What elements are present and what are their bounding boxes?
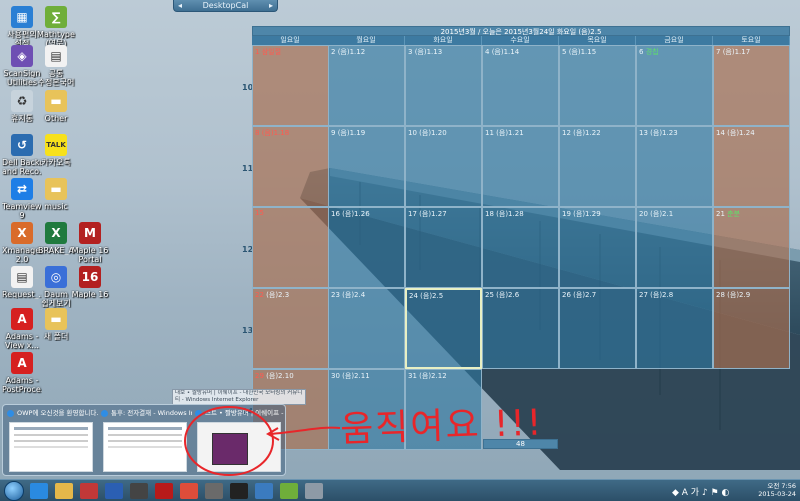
explorer-icon[interactable] bbox=[55, 483, 73, 499]
system-tray-icons[interactable]: ◆ A 가 ♪ ⚑ ◐ bbox=[672, 485, 729, 498]
clock[interactable]: 오전 7:56 2015-03-24 bbox=[758, 482, 796, 498]
putty-icon[interactable] bbox=[205, 483, 223, 499]
clock-time: 오전 7:56 bbox=[767, 482, 796, 490]
annotation-text: 움직여요 !!! bbox=[339, 402, 544, 451]
network-icon[interactable] bbox=[255, 483, 273, 499]
terminal-icon[interactable] bbox=[230, 483, 248, 499]
ie-icon[interactable] bbox=[30, 483, 48, 499]
paint-icon[interactable] bbox=[280, 483, 298, 499]
taskbar: ◆ A 가 ♪ ⚑ ◐ 오전 7:56 2015-03-24 bbox=[0, 479, 800, 501]
clock-date: 2015-03-24 bbox=[758, 490, 796, 498]
cmd-icon[interactable] bbox=[130, 483, 148, 499]
filezilla-icon[interactable] bbox=[155, 483, 173, 499]
media-icon[interactable] bbox=[80, 483, 98, 499]
word-icon[interactable] bbox=[105, 483, 123, 499]
chrome-icon[interactable] bbox=[180, 483, 198, 499]
start-button[interactable] bbox=[4, 481, 24, 501]
app-icon[interactable] bbox=[305, 483, 323, 499]
